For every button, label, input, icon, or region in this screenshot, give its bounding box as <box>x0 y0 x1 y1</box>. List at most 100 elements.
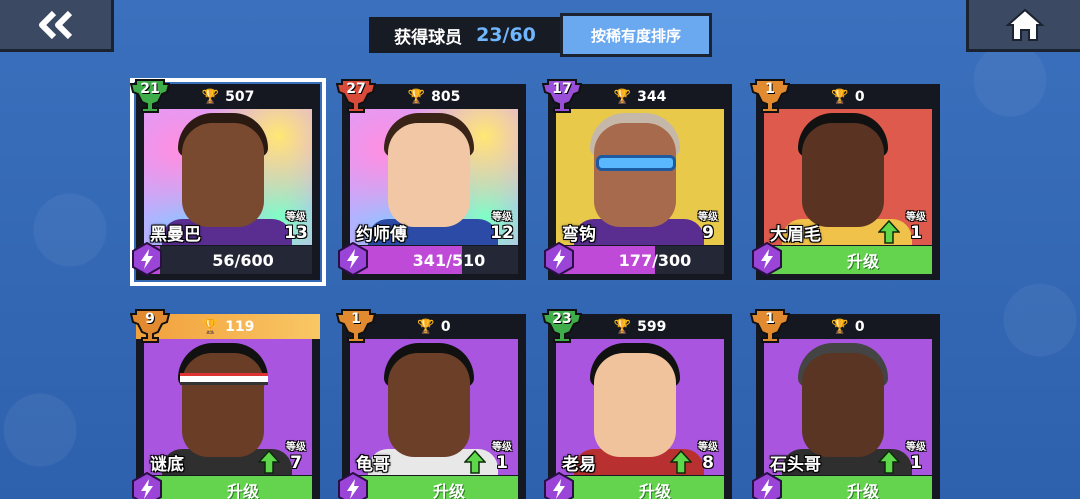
trophy-count: 805 <box>431 88 461 105</box>
player-level: 等级 7 <box>280 438 312 473</box>
player-level: 等级 1 <box>900 208 932 243</box>
card-progress-bar: 177/300 <box>556 246 724 274</box>
home-icon <box>1004 8 1045 41</box>
level-label: 等级 <box>906 442 926 453</box>
upgrade-label: 升级 <box>846 482 879 499</box>
lightning-gem-icon <box>544 242 574 276</box>
trophy-icon: 🏆 <box>831 88 849 105</box>
rank-number: 27 <box>346 81 366 97</box>
player-card[interactable]: 🏆 507 黑曼巴 等级 13 56/600 21 <box>130 78 326 286</box>
player-head <box>594 123 676 227</box>
player-card[interactable]: 🏆 344 弯钩 等级 9 177/300 17 <box>542 79 732 280</box>
goggles <box>596 155 676 171</box>
upgrade-label: 升级 <box>638 482 671 499</box>
collected-label: 获得球员 <box>394 27 463 48</box>
trophy-icon: 🏆 <box>613 88 632 105</box>
player-head <box>594 353 676 457</box>
level-label: 等级 <box>286 212 306 223</box>
up-arrow-icon <box>878 450 900 474</box>
player-head <box>182 353 264 457</box>
level-label: 等级 <box>492 212 512 223</box>
trophy-count: 119 <box>225 318 255 335</box>
level-value: 1 <box>910 453 922 473</box>
level-label: 等级 <box>492 442 512 453</box>
rank-number: 21 <box>140 81 160 97</box>
level-label: 等级 <box>286 442 306 453</box>
card-progress-bar: 56/600 <box>144 246 312 274</box>
level-value: 1 <box>496 453 508 473</box>
player-head <box>388 353 470 457</box>
trophy-count: 507 <box>225 88 255 105</box>
collected-count: 23/60 <box>476 24 536 46</box>
player-level: 等级 1 <box>486 438 518 473</box>
level-value: 8 <box>702 453 714 473</box>
lightning-gem-icon <box>752 242 782 276</box>
rank-number: 1 <box>765 81 775 97</box>
rank-number: 1 <box>765 311 775 327</box>
level-value: 1 <box>910 223 922 243</box>
level-value: 12 <box>490 223 514 243</box>
trophy-icon: 🏆 <box>613 318 632 335</box>
player-head <box>802 123 884 227</box>
player-card[interactable]: 🏆 805 约师傅 等级 12 341/510 27 <box>336 79 526 280</box>
up-arrow-icon <box>878 220 900 244</box>
progress-text: 177/300 <box>618 250 692 270</box>
player-card[interactable]: 🏆 599 老易 等级 8 升级 23 <box>542 309 732 499</box>
trophy-icon: 🏆 <box>201 88 220 105</box>
player-head <box>182 123 264 227</box>
up-arrow-icon <box>464 450 486 474</box>
upgrade-label: 升级 <box>432 482 465 499</box>
lightning-gem-icon <box>132 242 162 276</box>
trophy-icon: 🏆 <box>201 318 220 335</box>
upgrade-button[interactable]: 升级 <box>764 246 932 274</box>
lightning-gem-icon <box>338 242 368 276</box>
trophy-icon: 🏆 <box>407 88 426 105</box>
home-button[interactable] <box>966 0 1080 52</box>
player-card[interactable]: 🏆 0 龟哥 等级 1 升级 1 <box>336 309 526 499</box>
upgrade-button[interactable]: 升级 <box>350 476 518 499</box>
player-level: 等级 8 <box>692 438 724 473</box>
trophy-count: 0 <box>440 318 451 335</box>
collected-counter: 获得球员 23/60 <box>369 17 561 53</box>
headband <box>180 373 268 385</box>
trophy-icon: 🏆 <box>417 318 435 335</box>
level-value: 9 <box>702 223 714 243</box>
level-value: 13 <box>284 223 308 243</box>
lightning-gem-icon <box>338 472 368 499</box>
trophy-icon: 🏆 <box>831 318 849 335</box>
lightning-gem-icon <box>132 472 162 499</box>
player-card[interactable]: 🏆 119 谜底 等级 7 升级 9 <box>130 309 320 499</box>
player-head <box>388 123 470 227</box>
player-level: 等级 1 <box>900 438 932 473</box>
trophy-count: 599 <box>637 318 667 335</box>
upgrade-button[interactable]: 升级 <box>144 476 312 499</box>
level-value: 7 <box>290 453 302 473</box>
player-level: 等级 13 <box>280 208 312 243</box>
upgrade-label: 升级 <box>846 252 879 271</box>
lightning-gem-icon <box>752 472 782 499</box>
lightning-gem-icon <box>544 472 574 499</box>
upgrade-label: 升级 <box>226 482 259 499</box>
player-level: 等级 12 <box>486 208 518 243</box>
rank-number: 23 <box>552 311 572 327</box>
player-head <box>802 353 884 457</box>
back-button[interactable] <box>0 0 114 52</box>
player-card[interactable]: 🏆 0 石头哥 等级 1 升级 1 <box>750 309 940 499</box>
progress-text: 341/510 <box>412 250 486 270</box>
rank-number: 1 <box>351 311 361 327</box>
player-card[interactable]: 🏆 0 大眉毛 等级 1 升级 1 <box>750 79 940 280</box>
upgrade-button[interactable]: 升级 <box>556 476 724 499</box>
trophy-count: 0 <box>854 318 865 335</box>
upgrade-button[interactable]: 升级 <box>764 476 932 499</box>
level-label: 等级 <box>906 212 926 223</box>
double-chevron-left-icon <box>38 10 72 39</box>
progress-text: 56/600 <box>212 250 274 270</box>
sort-by-rarity-button[interactable]: 按稀有度排序 <box>560 13 712 57</box>
trophy-count: 344 <box>637 88 667 105</box>
rank-number: 9 <box>145 311 155 327</box>
card-progress-bar: 341/510 <box>350 246 518 274</box>
level-label: 等级 <box>698 442 718 453</box>
level-label: 等级 <box>698 212 718 223</box>
player-level: 等级 9 <box>692 208 724 243</box>
trophy-count: 0 <box>854 88 865 105</box>
